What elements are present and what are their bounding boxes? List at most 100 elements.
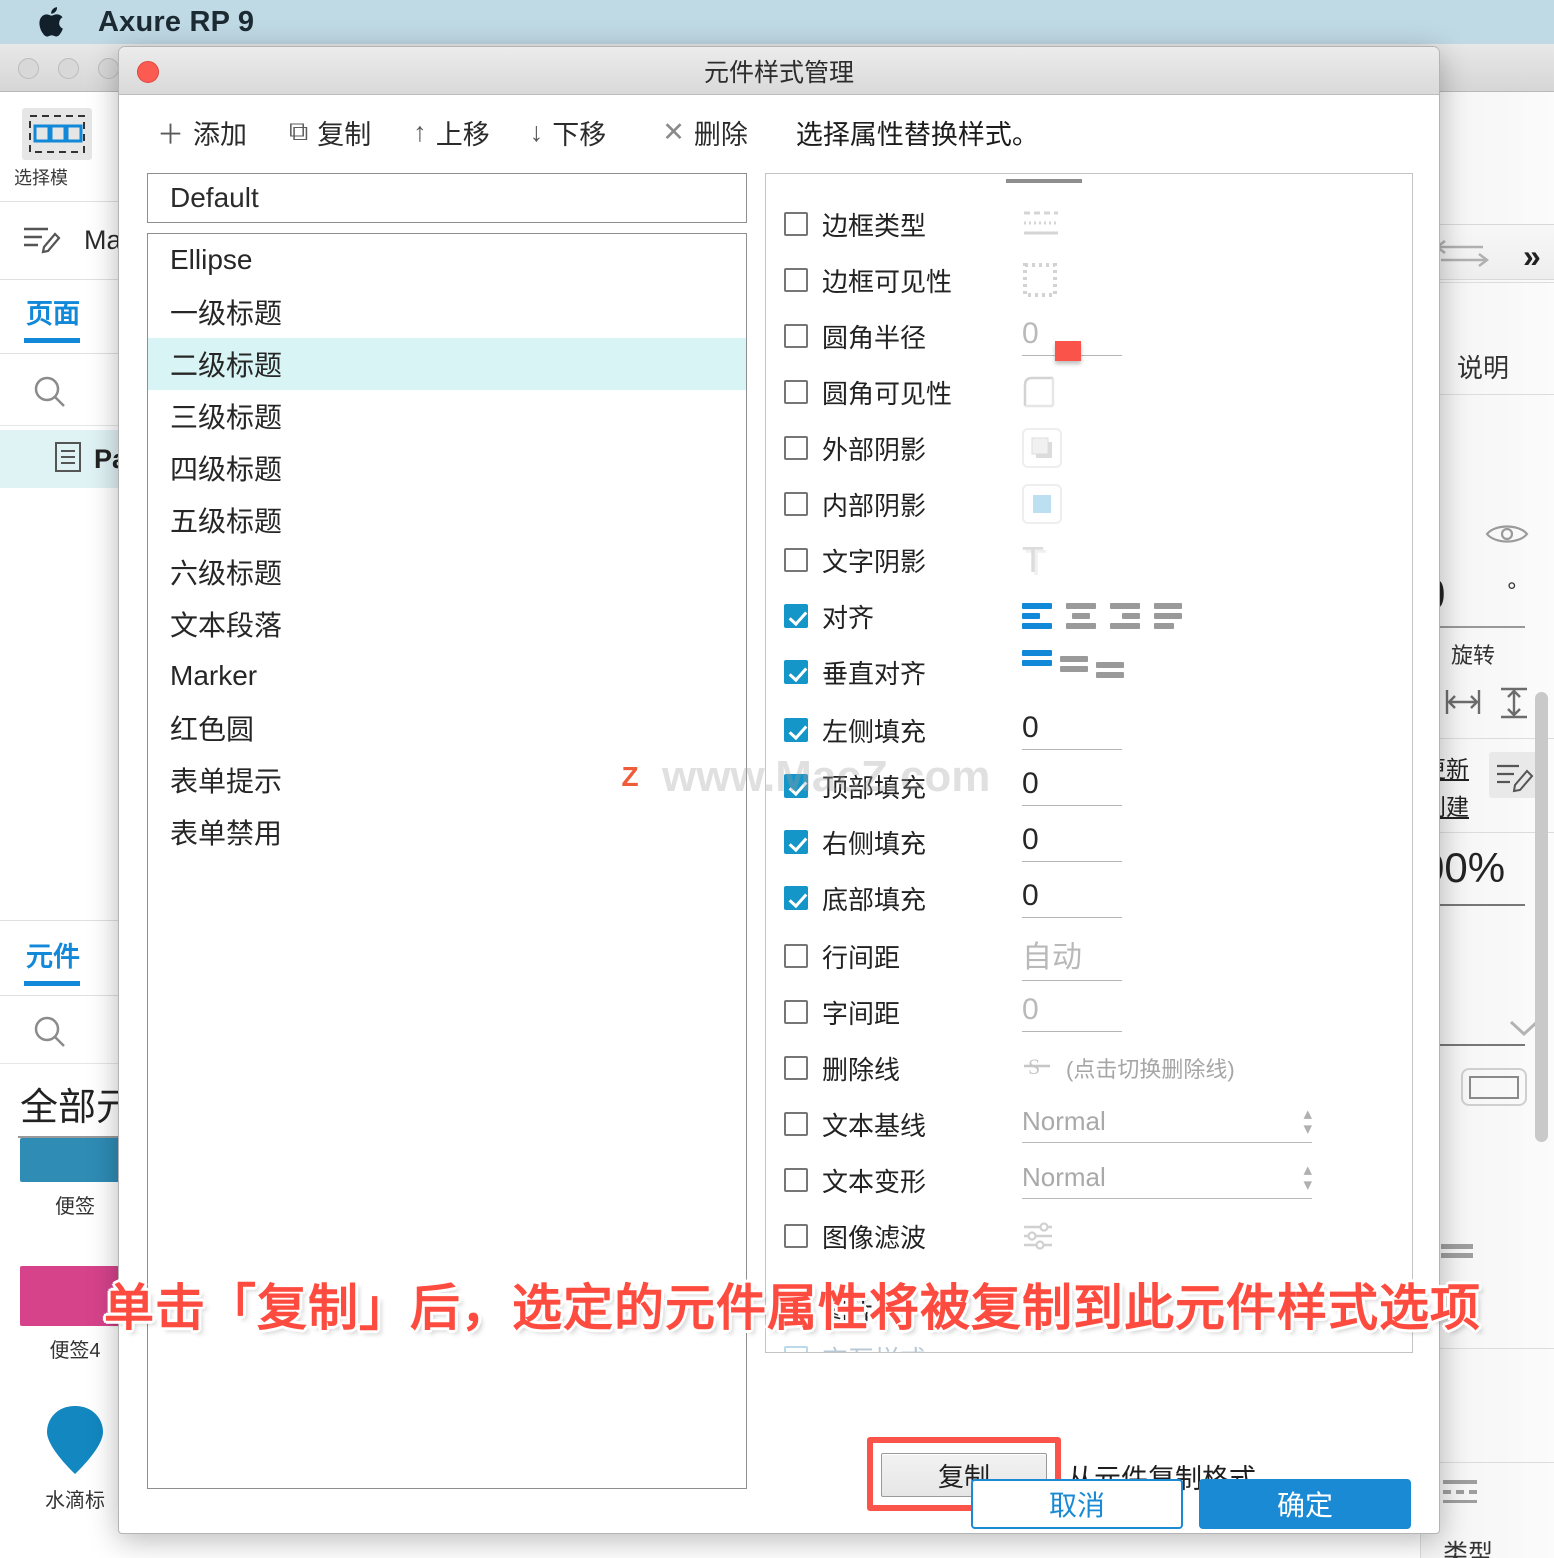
- apple-logo-icon[interactable]: [38, 5, 68, 39]
- checkbox-interaction-style[interactable]: [784, 1346, 808, 1352]
- window-zoom-button[interactable]: [98, 58, 119, 79]
- checkbox-text-align[interactable]: [784, 604, 808, 628]
- property-row-vertical-align[interactable]: 垂直对齐: [766, 644, 1412, 700]
- property-row-strikethrough[interactable]: 删除线 S (点击切换删除线): [766, 1040, 1412, 1096]
- property-row-text-align[interactable]: 对齐: [766, 588, 1412, 644]
- line-spacing-input[interactable]: 自动: [1022, 932, 1122, 981]
- list-item[interactable]: Marker: [148, 650, 746, 702]
- tab-widgets[interactable]: 元件: [26, 935, 80, 974]
- duplicate-button[interactable]: ⧉ 复制: [289, 113, 371, 152]
- padding-bottom-input[interactable]: 0: [1022, 879, 1122, 918]
- property-row-outer-shadow[interactable]: 外部阴影: [766, 420, 1412, 476]
- line-style-icon[interactable]: [1441, 1244, 1473, 1258]
- text-transform-select[interactable]: Normal ▴ ▾: [1022, 1161, 1312, 1199]
- property-row-padding-right[interactable]: 右侧填充 0: [766, 814, 1412, 870]
- image-filter-icon[interactable]: [1022, 1221, 1056, 1251]
- checkbox-corner-visibility[interactable]: [784, 380, 808, 404]
- move-down-button[interactable]: ↓ 下移: [530, 113, 607, 152]
- checkbox-strikethrough[interactable]: [784, 1056, 808, 1080]
- right-panel-scrollbar[interactable]: [1535, 692, 1548, 1142]
- checkbox-vertical-align[interactable]: [784, 660, 808, 684]
- property-panel[interactable]: 边框类型 边框可见性 圆角半径 0 圆角可见性 外部阴影 内部阴影 文字阴影 T…: [765, 173, 1413, 1353]
- list-item[interactable]: 红色圆: [148, 702, 746, 754]
- property-row-padding-left[interactable]: 左侧填充 0: [766, 702, 1412, 758]
- property-row-image-filter[interactable]: 图像滤波: [766, 1208, 1412, 1264]
- valign-middle-icon[interactable]: [1060, 644, 1088, 672]
- align-right-icon[interactable]: [1110, 603, 1140, 629]
- border-type-icon[interactable]: [1022, 208, 1062, 240]
- property-row-border-type[interactable]: 边框类型: [766, 196, 1412, 252]
- property-row-corner-visibility[interactable]: 圆角可见性: [766, 364, 1412, 420]
- property-row-text-transform[interactable]: 文本变形 Normal ▴ ▾: [766, 1152, 1412, 1208]
- padding-top-input[interactable]: 0: [1022, 767, 1122, 806]
- flip-vertical-icon[interactable]: [1495, 684, 1533, 722]
- border-visibility-icon[interactable]: [1022, 262, 1058, 298]
- tab-pages[interactable]: 页面: [26, 292, 80, 331]
- checkbox-line-spacing[interactable]: [784, 944, 808, 968]
- property-panel-scrollbar[interactable]: [1006, 179, 1082, 183]
- swap-horizontal-icon[interactable]: [1435, 238, 1491, 268]
- property-row-inner-shadow[interactable]: 内部阴影: [766, 476, 1412, 532]
- property-row-padding-bottom[interactable]: 底部填充 0: [766, 870, 1412, 926]
- list-item[interactable]: 四级标题: [148, 442, 746, 494]
- text-align-icons[interactable]: [1022, 603, 1182, 629]
- checkbox-letter-spacing[interactable]: [784, 1000, 808, 1024]
- padding-left-input[interactable]: 0: [1022, 711, 1122, 750]
- list-item[interactable]: Ellipse: [148, 234, 746, 286]
- checkbox-outer-shadow[interactable]: [784, 436, 808, 460]
- letter-spacing-input[interactable]: 0: [1022, 993, 1122, 1032]
- checkbox-padding-bottom[interactable]: [784, 886, 808, 910]
- edit-note-button[interactable]: [1489, 752, 1541, 798]
- checkbox-padding-left[interactable]: [784, 718, 808, 742]
- list-item[interactable]: 表单提示: [148, 754, 746, 806]
- valign-top-icon[interactable]: [1022, 650, 1052, 666]
- text-shadow-icon[interactable]: T: [1022, 542, 1044, 578]
- checkbox-image-filter[interactable]: [784, 1224, 808, 1248]
- border-type-preview-icon[interactable]: [1443, 1480, 1477, 1503]
- move-up-button[interactable]: ↑ 上移: [413, 113, 490, 152]
- checkbox-padding-right[interactable]: [784, 830, 808, 854]
- add-button[interactable]: ＋ 添加: [157, 113, 247, 152]
- checkbox-text-baseline[interactable]: [784, 1112, 808, 1136]
- align-center-icon[interactable]: [1066, 603, 1096, 629]
- strikethrough-icon[interactable]: S: [1022, 1051, 1052, 1086]
- eye-icon[interactable]: [1483, 520, 1531, 548]
- property-row-letter-spacing[interactable]: 字间距 0: [766, 984, 1412, 1040]
- window-minimize-button[interactable]: [58, 58, 79, 79]
- list-item[interactable]: 一级标题: [148, 286, 746, 338]
- property-row-padding-top[interactable]: 顶部填充 0: [766, 758, 1412, 814]
- chevron-double-right-icon[interactable]: »: [1523, 238, 1541, 275]
- vertical-align-icons[interactable]: [1022, 638, 1124, 678]
- list-item[interactable]: 表单禁用: [148, 806, 746, 858]
- outer-shadow-icon[interactable]: [1022, 428, 1062, 468]
- list-item[interactable]: 六级标题: [148, 546, 746, 598]
- ok-button[interactable]: 确定: [1199, 1479, 1411, 1529]
- property-row-text-shadow[interactable]: 文字阴影 T: [766, 532, 1412, 588]
- property-row-border-visibility[interactable]: 边框可见性: [766, 252, 1412, 308]
- close-icon[interactable]: [137, 61, 159, 83]
- checkbox-inner-shadow[interactable]: [784, 492, 808, 516]
- padding-right-input[interactable]: 0: [1022, 823, 1122, 862]
- valign-bottom-icon[interactable]: [1096, 638, 1124, 678]
- align-left-icon[interactable]: [1022, 603, 1052, 629]
- stepper-icon[interactable]: ▴ ▾: [1303, 1105, 1312, 1137]
- text-baseline-select[interactable]: Normal ▴ ▾: [1022, 1105, 1312, 1143]
- style-name-input[interactable]: Default: [147, 173, 747, 223]
- stepper-icon[interactable]: ▴ ▾: [1303, 1161, 1312, 1193]
- list-item[interactable]: 文本段落: [148, 598, 746, 650]
- tab-notes[interactable]: 说明: [1457, 348, 1509, 385]
- corner-visibility-icon[interactable]: [1022, 375, 1056, 409]
- inner-shadow-icon[interactable]: [1022, 484, 1062, 524]
- checkbox-corner-radius[interactable]: [784, 324, 808, 348]
- checkbox-text-shadow[interactable]: [784, 548, 808, 572]
- list-item[interactable]: 五级标题: [148, 494, 746, 546]
- list-item-selected[interactable]: 二级标题: [148, 338, 746, 390]
- list-item[interactable]: 三级标题: [148, 390, 746, 442]
- checkbox-border-visibility[interactable]: [784, 268, 808, 292]
- select-mode-button[interactable]: [22, 108, 92, 160]
- property-row-text-baseline[interactable]: 文本基线 Normal ▴ ▾: [766, 1096, 1412, 1152]
- cancel-button[interactable]: 取消: [971, 1479, 1183, 1529]
- checkbox-border-type[interactable]: [784, 212, 808, 236]
- property-row-corner-radius[interactable]: 圆角半径 0: [766, 308, 1412, 364]
- window-close-button[interactable]: [18, 58, 39, 79]
